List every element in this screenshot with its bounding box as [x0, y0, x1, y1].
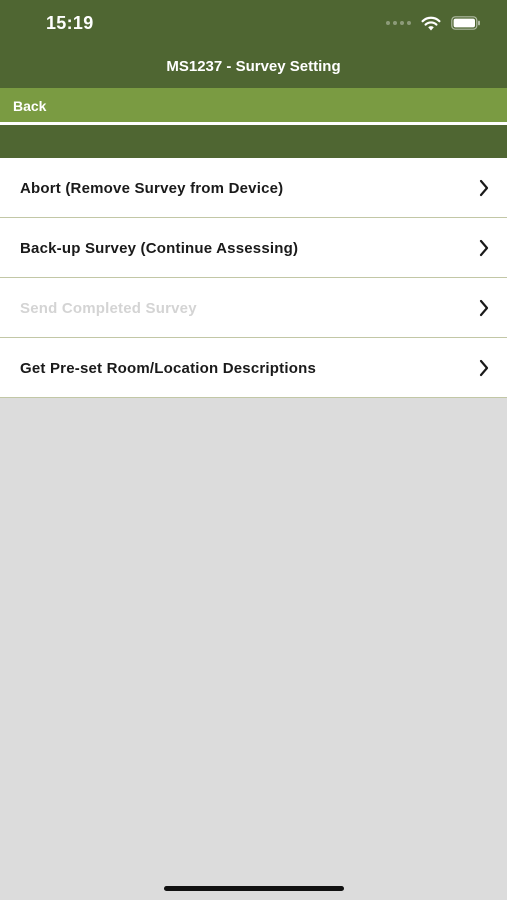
sub-header-bar — [0, 125, 507, 158]
menu-item-label: Abort (Remove Survey from Device) — [20, 180, 284, 197]
wifi-icon — [421, 16, 441, 30]
menu-item-send-completed-survey[interactable]: Send Completed Survey — [0, 278, 507, 338]
page-title: MS1237 - Survey Setting — [166, 58, 341, 75]
chevron-right-icon — [479, 359, 489, 377]
menu-item-get-preset-descriptions[interactable]: Get Pre-set Room/Location Descriptions — [0, 338, 507, 398]
menu-item-abort-survey[interactable]: Abort (Remove Survey from Device) — [0, 158, 507, 218]
status-time: 15:19 — [46, 13, 94, 33]
menu-item-backup-survey[interactable]: Back-up Survey (Continue Assessing) — [0, 218, 507, 278]
chevron-right-icon — [479, 239, 489, 257]
back-button[interactable]: Back — [13, 98, 46, 114]
menu-item-label: Back-up Survey (Continue Assessing) — [20, 240, 299, 257]
menu-item-label: Send Completed Survey — [20, 300, 197, 317]
app-header: 15:19 MS1237 - Survey Setting — [0, 0, 507, 88]
status-icons — [386, 13, 481, 33]
signal-icon — [386, 21, 411, 25]
menu-item-label: Get Pre-set Room/Location Descriptions — [20, 360, 316, 377]
chevron-right-icon — [479, 179, 489, 197]
chevron-right-icon — [479, 299, 489, 317]
home-indicator[interactable] — [164, 886, 344, 891]
battery-icon — [451, 16, 480, 30]
settings-menu: Abort (Remove Survey from Device) Back-u… — [0, 158, 507, 398]
back-bar: Back — [0, 88, 507, 122]
